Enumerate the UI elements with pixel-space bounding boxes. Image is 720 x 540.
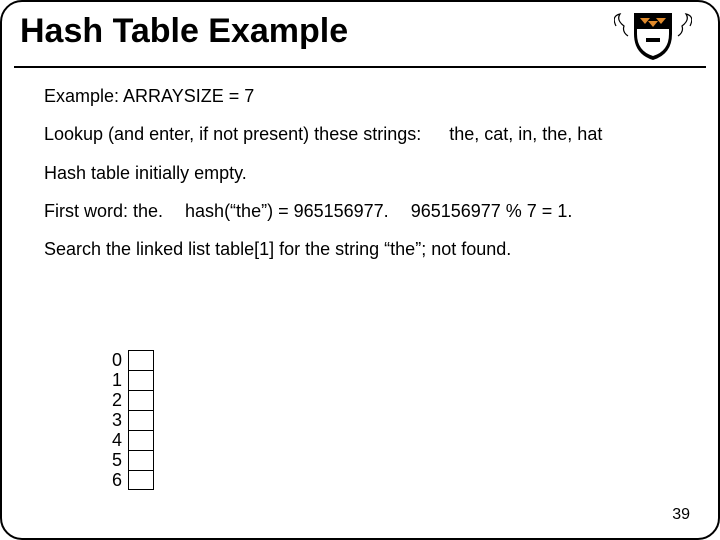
body-text: Example: ARRAYSIZE = 7 Lookup (and enter… [44, 84, 688, 275]
hash-table-indices: 0 1 2 3 4 5 6 [112, 350, 122, 490]
hash-table-cells [128, 350, 154, 490]
index-label: 5 [112, 450, 122, 470]
hash-mod: 965156977 % 7 = 1. [411, 199, 573, 223]
line-search: Search the linked list table[1] for the … [44, 237, 688, 261]
line-first-word: First word: the. hash(“the”) = 965156977… [44, 199, 688, 223]
index-label: 6 [112, 470, 122, 490]
slide-frame: Hash Table Example Example: ARRAYSIZE = … [0, 0, 720, 540]
table-cell [128, 390, 154, 410]
index-label: 2 [112, 390, 122, 410]
page-number: 39 [672, 506, 690, 524]
princeton-shield-icon [614, 10, 692, 62]
title-divider [14, 66, 706, 68]
hash-table-diagram: 0 1 2 3 4 5 6 [112, 350, 154, 490]
index-label: 4 [112, 430, 122, 450]
line-lookup: Lookup (and enter, if not present) these… [44, 122, 688, 146]
table-cell [128, 370, 154, 390]
table-cell [128, 470, 154, 490]
page-title: Hash Table Example [20, 12, 348, 51]
lookup-label: Lookup (and enter, if not present) these… [44, 122, 421, 146]
table-cell [128, 350, 154, 370]
hash-call: hash(“the”) = 965156977. [185, 199, 389, 223]
index-label: 3 [112, 410, 122, 430]
index-label: 0 [112, 350, 122, 370]
table-cell [128, 450, 154, 470]
index-label: 1 [112, 370, 122, 390]
line-hash-empty: Hash table initially empty. [44, 161, 688, 185]
table-cell [128, 430, 154, 450]
line-example: Example: ARRAYSIZE = 7 [44, 84, 688, 108]
table-cell [128, 410, 154, 430]
lookup-strings: the, cat, in, the, hat [449, 122, 602, 146]
first-word-label: First word: the. [44, 199, 163, 223]
